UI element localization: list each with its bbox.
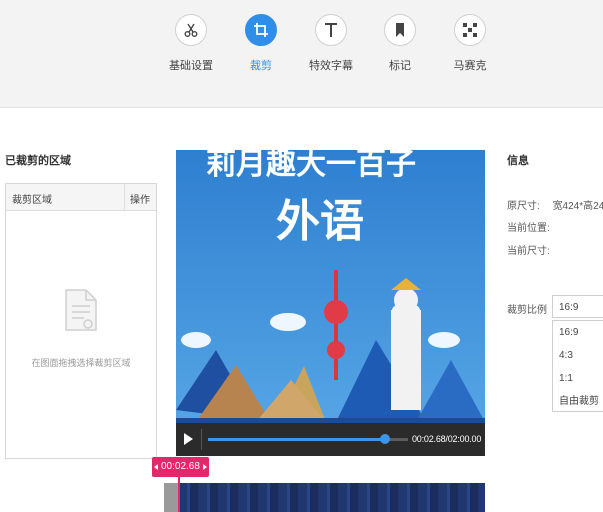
marker-right-arrow-icon [202,464,207,470]
current-size-label: 当前尺寸: [507,246,550,257]
timeline-marker-time: 00:02.68 [161,461,200,472]
cropped-regions-title: 已裁剪的区域 [5,155,71,167]
timeline-playhead[interactable] [178,477,180,512]
header-divider [124,184,125,210]
crop-ratio-option-16-9[interactable]: 16:9 [553,321,603,344]
crop-ratio-option-1-1[interactable]: 1:1 [553,367,603,390]
current-position-label: 当前位置: [507,223,550,234]
timeline-marker[interactable]: 00:02.68 [152,457,209,477]
tool-crop-label: 裁剪 [250,60,272,72]
column-region: 裁剪区域 [12,195,52,206]
toolbar: 基础设置 裁剪 特效字幕 标记 马赛克 [0,0,603,108]
text-icon [315,14,347,46]
video-title-line1: 莉月趣大一百子 [206,150,416,182]
time-display: 00:02.68/02:00.00 [412,434,482,444]
timeline-strip[interactable] [164,483,485,512]
tool-basic-settings-label: 基础设置 [169,60,213,72]
original-size-row: 原尺寸: 宽424*高240 [507,197,603,212]
original-size-value: 宽424*高240 [552,201,603,212]
tool-text-effects-label: 特效字幕 [309,60,353,72]
video-title-line2: 外语 [276,196,364,247]
progress-fill [208,438,385,441]
cropped-regions-table: 裁剪区域 操作 在图面拖拽选择裁剪区域 [5,183,157,459]
original-size-label: 原尺寸: [507,201,540,212]
column-action: 操作 [130,195,150,206]
empty-hint: 在图面拖拽选择裁剪区域 [31,358,131,368]
video-frame-illustration: 莉月趣大一百子 外语 [176,150,485,456]
crop-ratio-label: 裁剪比例 [507,305,547,316]
tool-mosaic-label: 马赛克 [453,60,487,72]
player-controls: 00:02.68/02:00.00 [176,423,485,456]
info-title: 信息 [507,155,529,167]
controls-divider [201,429,202,450]
tool-text-effects[interactable]: 特效字幕 [301,14,361,73]
table-header: 裁剪区域 操作 [6,184,156,211]
timeline-frames [178,483,485,512]
crop-ratio-option-4-3[interactable]: 4:3 [553,344,603,367]
tool-mark-label: 标记 [389,60,411,72]
tool-mark[interactable]: 标记 [370,14,430,73]
progress-knob[interactable] [380,434,390,444]
timeline-start-block [164,483,178,512]
crop-icon [245,14,277,46]
progress-track[interactable] [208,434,408,444]
crop-ratio-dropdown: 16:9 4:3 1:1 自由裁剪 [552,320,603,412]
tool-basic-settings[interactable]: 基础设置 [161,14,221,73]
tool-mosaic[interactable]: 马赛克 [440,14,500,73]
tool-crop[interactable]: 裁剪 [231,14,291,73]
mosaic-icon [454,14,486,46]
empty-document-icon [64,288,98,337]
crop-ratio-option-free[interactable]: 自由裁剪 [553,390,603,413]
crop-ratio-select[interactable]: 16:9 [552,295,603,318]
video-preview[interactable]: 莉月趣大一百子 外语 [176,150,485,456]
bookmark-icon [384,14,416,46]
marker-left-arrow-icon [154,464,158,470]
play-button[interactable] [184,433,193,445]
scissors-icon [175,14,207,46]
